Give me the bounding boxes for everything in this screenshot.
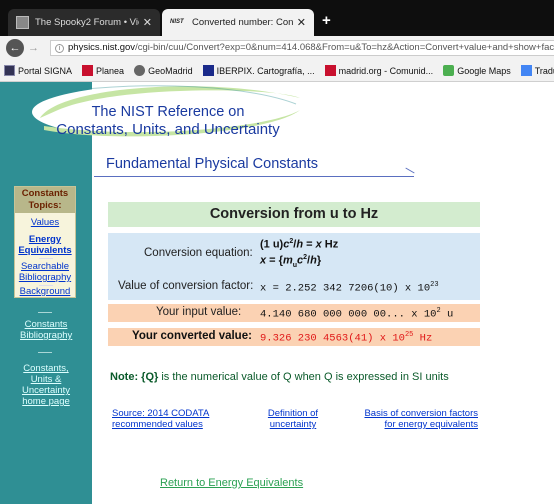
sidebar-item-values[interactable]: Values [15,217,75,228]
section-underline-tick [405,167,415,174]
topics-heading: Constants Topics: [15,187,75,213]
nist-banner-title[interactable]: The NIST Reference on Constants, Units, … [28,104,308,138]
section-underline [94,176,414,177]
bookmark-iberpix[interactable]: IBERPIX. Cartografía, ... [202,65,315,76]
sidebar-item-home-page[interactable]: Constants, Units & Uncertainty home page [18,363,74,407]
translate-icon [520,65,532,76]
info-icon[interactable]: i [55,44,64,53]
map-pin-icon [443,65,455,76]
sidebar-item-energy-equivalents[interactable]: Energy Equivalents [15,234,75,256]
input-label: Your input value: [156,306,242,318]
page-content: The NIST Reference on Constants, Units, … [0,82,554,504]
divider [38,352,52,353]
sidebar-item-constants-bibliography[interactable]: Constants Bibliography [20,319,72,341]
output-label: Your converted value: [132,330,252,342]
bookmark-icon [82,65,94,76]
forward-arrow-icon[interactable]: → [28,42,42,54]
bookmarks-bar: Portal SIGNA Planea GeoMadrid IBERPIX. C… [0,60,554,82]
output-value: 9.326 230 4563(41) x 1025 Hz [260,331,433,345]
si-units-note: Note: {Q} is the numerical value of Q wh… [110,371,449,383]
topics-panel: Constants Topics: Values Energy Equivale… [14,186,76,298]
left-sidebar: Constants Topics: Values Energy Equivale… [0,138,92,504]
bookmark-geomadrid[interactable]: GeoMadrid [134,65,193,76]
factor-value: x = 2.252 342 7206(10) x 1023 [260,281,439,295]
nist-favicon-icon: NIST [170,19,184,25]
bookmark-icon [4,65,15,76]
tab-converted-number[interactable]: NIST Converted number: Conve... ✕ [162,9,314,36]
bookmark-portal-signa[interactable]: Portal SIGNA [4,65,72,76]
bookmark-traductor[interactable]: Traductor de Go [520,65,554,76]
sidebar-item-background[interactable]: Background [15,286,75,297]
banner-line1: The NIST Reference on [91,104,245,120]
new-tab-icon[interactable]: + [322,12,331,29]
bookmark-planea[interactable]: Planea [82,65,124,76]
section-title: Fundamental Physical Constants [106,156,318,172]
navigation-bar: ← → i physics.nist.gov/cgi-bin/cuu/Conver… [0,36,554,60]
tab-title: Converted number: Conve... [192,17,293,28]
conversion-title: Conversion from u to Hz [108,202,480,227]
address-bar[interactable]: i physics.nist.gov/cgi-bin/cuu/Convert?ex… [50,40,554,56]
banner-line2: Constants, Units, and Uncertainty [56,121,280,138]
nist-banner: The NIST Reference on Constants, Units, … [0,82,554,138]
equation-line1: (1 u)c2/h = x Hz [260,238,339,251]
back-arrow-icon[interactable]: ← [6,39,24,57]
equation-panel: Conversion equation: (1 u)c2/h = x Hz x … [108,233,480,300]
input-value: 4.140 680 000 000 00... x 102 u [260,307,454,321]
tab-spooky2[interactable]: The Spooky2 Forum • View... ✕ [8,9,160,36]
divider [38,312,52,313]
tab-title: The Spooky2 Forum • View... [35,17,139,28]
bookmark-google-maps[interactable]: Google Maps [443,65,511,76]
url-domain: physics.nist.gov [68,42,136,53]
close-tab-icon[interactable]: ✕ [297,16,306,29]
divider [39,258,53,259]
bookmark-icon [324,65,336,76]
forum-favicon-icon [16,16,29,29]
input-value-row: Your input value: 4.140 680 000 000 00..… [108,304,480,322]
definition-uncertainty-link[interactable]: Definition of uncertainty [258,408,328,430]
equation-line2: x = {muc2/h} [260,254,322,269]
bookmark-icon [202,65,214,76]
globe-icon [134,65,146,76]
bookmark-madrid-org[interactable]: madrid.org - Comunid... [324,65,433,76]
return-energy-equivalents-link[interactable]: Return to Energy Equivalents [160,477,303,489]
close-tab-icon[interactable]: ✕ [143,16,152,29]
sidebar-item-searchable-bibliography[interactable]: Searchable Bibliography [15,261,75,283]
tab-bar: The Spooky2 Forum • View... ✕ NIST Conve… [0,0,554,36]
source-codata-link[interactable]: Source: 2014 CODATA recommended values [112,408,222,430]
converted-value-row: Your converted value: 9.326 230 4563(41)… [108,328,480,346]
factor-label: Value of conversion factor: [118,280,254,292]
url-path: /cgi-bin/cuu/Convert?exp=0&num=414.068&F… [135,42,554,53]
basis-conversion-link[interactable]: Basis of conversion factors for energy e… [360,408,478,430]
